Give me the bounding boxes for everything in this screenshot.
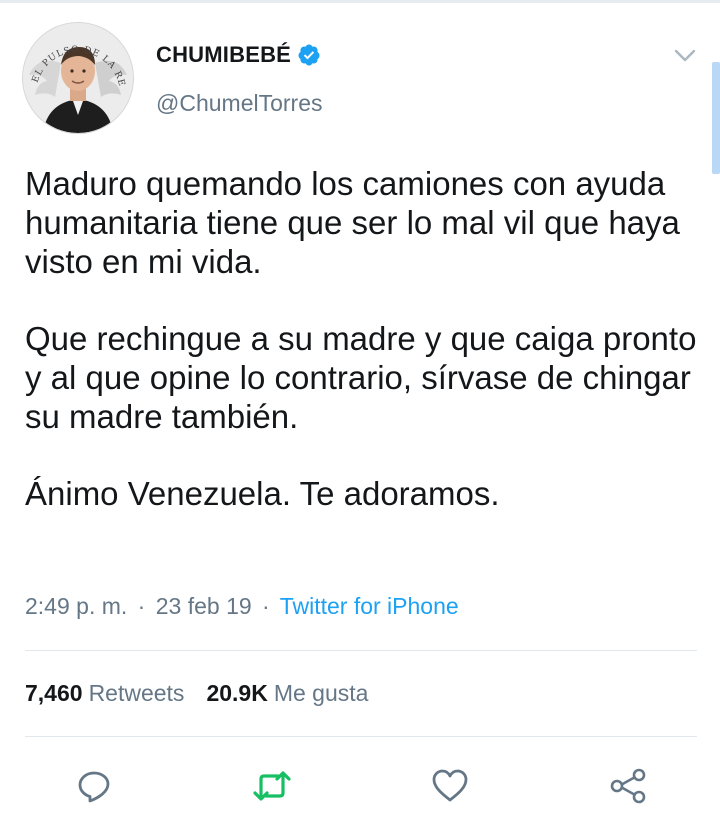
reply-icon [78, 771, 110, 803]
display-name-row[interactable]: CHUMIBEBÉ [156, 42, 321, 68]
tweet-time: 2:49 p. m. [25, 593, 128, 619]
likes-count: 20.9K [206, 680, 268, 706]
display-name[interactable]: CHUMIBEBÉ [156, 42, 291, 68]
tweet-paragraph: Que rechingue a su madre y que caiga pro… [25, 320, 697, 435]
likes-label: Me gusta [273, 680, 369, 706]
share-icon [610, 768, 646, 804]
tweet-meta: 2:49 p. m. · 23 feb 19 · Twitter for iPh… [25, 593, 459, 620]
avatar-image: EL PULSO DE LA REPUBLICA [23, 23, 133, 133]
top-border [0, 0, 720, 3]
tweet-date: 23 feb 19 [155, 593, 252, 619]
tweet-text: Maduro quemando los camiones con ayuda h… [25, 164, 705, 513]
heart-icon [432, 769, 468, 802]
avatar[interactable]: EL PULSO DE LA REPUBLICA [22, 22, 134, 134]
tweet-source-link[interactable]: Twitter for iPhone [280, 593, 459, 619]
tweet-paragraph: Maduro quemando los camiones con ayuda h… [25, 165, 680, 280]
meta-separator: · [137, 593, 146, 619]
user-handle[interactable]: @ChumelTorres [156, 90, 323, 117]
retweet-icon [253, 771, 291, 801]
divider [25, 736, 697, 737]
chevron-down-icon[interactable] [670, 40, 700, 70]
like-button[interactable] [426, 762, 474, 810]
likes-stat[interactable]: 20.9K Me gusta [206, 680, 368, 707]
reply-button[interactable] [70, 762, 118, 810]
stats-row: 7,460 Retweets 20.9K Me gusta [25, 680, 368, 707]
tweet-paragraph: Ánimo Venezuela. Te adoramos. [25, 475, 500, 512]
retweets-label: Retweets [88, 680, 185, 706]
meta-separator: · [262, 593, 270, 619]
share-button[interactable] [604, 762, 652, 810]
verified-badge-icon [298, 44, 320, 66]
retweet-button[interactable] [248, 762, 296, 810]
scrollbar[interactable] [712, 62, 720, 174]
retweets-count: 7,460 [25, 680, 83, 706]
divider [25, 650, 697, 651]
retweets-stat[interactable]: 7,460 Retweets [25, 680, 184, 707]
